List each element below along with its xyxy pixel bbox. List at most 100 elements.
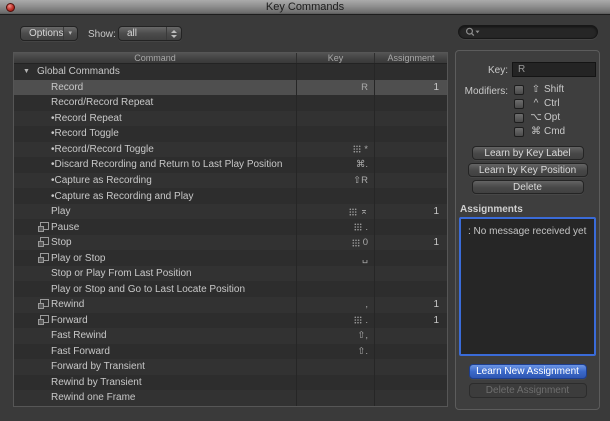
numpad-icon [353,145,361,153]
table-row[interactable]: Rewind, 1 [14,296,447,313]
opt-symbol-icon: ⌥ [530,112,542,123]
key-shortcut-text: ⌘. [355,159,368,171]
command-label: Forward [51,314,88,326]
icon-placeholder [37,128,51,139]
shift-label: Shift [544,84,565,95]
assignment-cell: 1 [433,314,439,326]
cmd-label: Cmd [544,126,566,137]
learn-new-assignment-button[interactable]: Learn New Assignment [468,364,587,379]
icon-placeholder [37,377,51,388]
icon-placeholder [37,159,51,170]
assignments-box[interactable]: : No message received yet [459,217,596,356]
table-row[interactable]: Stop or Play From Last Position [14,265,447,282]
table-row[interactable]: •Record Toggle [14,126,447,142]
table-row[interactable]: Fast Rewind ⇧, [14,328,447,344]
column-header-command[interactable]: Command [14,53,296,63]
command-cell: Play [14,206,296,217]
table-row[interactable]: •Capture as Recording and Play [14,188,447,204]
key-shortcut-text: ␣ [361,252,368,264]
command-cell: ▼ Global Commands [14,66,296,77]
table-row[interactable]: Fast Forward ⇧. [14,343,447,360]
column-header-assignment[interactable]: Assignment [374,53,447,63]
show-filter-value: all [127,28,138,39]
table-row[interactable]: Play ⌅ 1 [14,203,447,220]
command-cell: Rewind [14,299,296,310]
key-cell: ⇧. [296,346,374,357]
key-shortcut-text: ⇧R [353,174,368,186]
key-cell: ⌅ [296,206,374,217]
table-row[interactable]: Pause. [14,219,447,235]
table-row[interactable]: •Capture as Recording ⇧R [14,172,447,189]
table-row[interactable]: Rewind one Frame [14,390,447,406]
delete-button[interactable]: Delete [471,180,584,194]
icon-placeholder [37,113,51,124]
assignments-label: Assignments [460,204,523,215]
learn-by-key-position-button[interactable]: Learn by Key Position [467,163,588,177]
title-bar[interactable]: Key Commands [0,0,610,15]
table-row[interactable]: Play or Stop ␣ [14,250,447,266]
table-row[interactable]: •Discard Recording and Return to Last Pl… [14,157,447,173]
command-cell: Record [14,82,296,93]
command-label: Global Commands [37,66,120,78]
command-label: Stop [51,237,72,249]
opt-label: Opt [544,112,561,123]
key-commands-table: Command Key Assignment ▼ Global Commands R… [13,52,448,407]
table-row[interactable]: Record R 1 [14,79,447,96]
table-row[interactable]: •Record/Record Toggle * [14,141,447,158]
icon-placeholder [37,284,51,295]
command-cell: Rewind one Frame [14,392,296,403]
command-cell: •Discard Recording and Return to Last Pl… [14,159,296,170]
command-cell: Play or Stop and Go to Last Locate Posit… [14,284,296,295]
table-row[interactable]: Rewind by Transient [14,374,447,391]
modifier-row-cmd: ⌘ Cmd [514,126,565,137]
icon-placeholder [37,268,51,279]
table-row[interactable]: •Record Repeat [14,110,447,127]
table-row[interactable]: Stop 0 1 [14,234,447,251]
ctrl-checkbox[interactable] [514,98,524,109]
table-group-row[interactable]: ▼ Global Commands [14,64,447,80]
command-label: •Record Repeat [51,112,122,124]
table-row[interactable]: Forward. 1 [14,312,447,329]
controller-assignment-icon [37,237,51,248]
shift-checkbox[interactable] [514,84,524,95]
command-label: •Capture as Recording [51,174,152,186]
icon-placeholder [37,191,51,202]
assignment-cell: 1 [433,237,439,249]
numpad-icon [349,208,357,216]
opt-checkbox[interactable] [514,112,524,123]
show-filter-popup[interactable]: all [118,26,182,41]
key-value: R [518,64,526,75]
key-shortcut-text: 0 [362,237,368,249]
column-divider [374,64,375,406]
table-row[interactable]: Forward by Transient [14,359,447,375]
key-cell: ⇧R [296,175,374,186]
command-label: Record/Record Repeat [51,97,154,109]
command-cell: Fast Rewind [14,330,296,341]
cmd-checkbox[interactable] [514,126,524,137]
disclosure-triangle-icon[interactable]: ▼ [23,68,37,75]
column-header-key[interactable]: Key [296,53,374,63]
assignment-cell: 1 [433,299,439,311]
show-label: Show: [88,29,116,40]
command-cell: •Record Toggle [14,128,296,139]
table-header: Command Key Assignment [14,53,447,64]
key-input[interactable]: R [512,62,596,77]
delete-assignment-button[interactable]: Delete Assignment [468,383,587,398]
command-cell: Play or Stop [14,252,296,264]
command-cell: Stop or Play From Last Position [14,268,296,279]
key-shortcut-text: ⌅ [360,206,368,218]
learn-by-key-label-button[interactable]: Learn by Key Label [471,146,584,160]
numpad-icon [354,316,362,324]
table-row[interactable]: Play or Stop and Go to Last Locate Posit… [14,281,447,297]
options-button[interactable]: Options ▾ [20,26,78,41]
key-label: Key: [487,65,508,76]
table-row[interactable]: Record/Record Repeat [14,95,447,111]
search-field[interactable] [458,25,598,39]
controller-assignment-icon [37,299,51,310]
command-cell: •Capture as Recording [14,175,296,186]
command-label: •Discard Recording and Return to Last Pl… [51,159,283,171]
search-input[interactable] [483,26,591,38]
command-label: Play or Stop [51,252,106,264]
command-label: Play [51,206,71,218]
command-cell: Forward [14,314,296,326]
